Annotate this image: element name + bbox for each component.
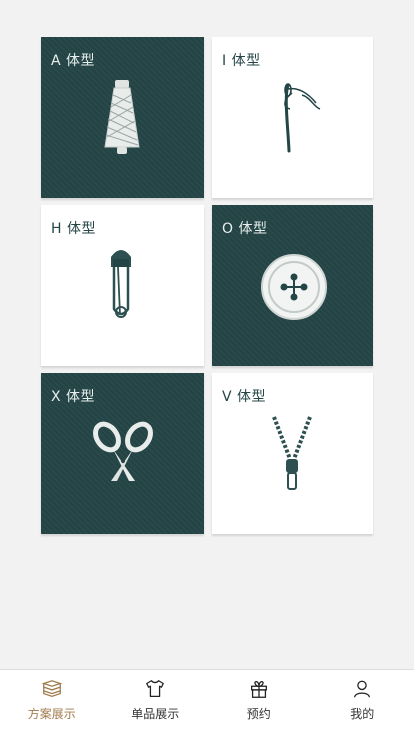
body-type-card-a[interactable]: A 体型: [41, 37, 204, 198]
tab-appointment[interactable]: 预约: [207, 670, 311, 736]
bottom-tab-bar: 方案展示 单品展示 预约 我的: [0, 669, 414, 736]
body-type-card-i[interactable]: I 体型: [212, 37, 373, 198]
tab-plan-display[interactable]: 方案展示: [0, 670, 104, 736]
tab-label: 预约: [246, 707, 271, 721]
gift-icon: [250, 681, 267, 698]
tshirt-icon: [146, 680, 165, 697]
tab-item-display[interactable]: 单品展示: [104, 670, 208, 736]
body-type-grid: A 体型 I 体型 H 体型 O 体型 X 体型 V 体型: [41, 37, 373, 534]
zipper-icon: [272, 416, 312, 490]
body-type-card-o[interactable]: O 体型: [212, 205, 373, 366]
thread-spool-icon: [104, 80, 140, 154]
body-type-card-h[interactable]: H 体型: [41, 205, 204, 366]
tab-profile[interactable]: 我的: [311, 670, 414, 736]
sewing-needle-icon: [284, 83, 321, 153]
layers-icon: [41, 680, 63, 698]
body-type-card-v[interactable]: V 体型: [212, 373, 373, 534]
tab-label: 我的: [350, 707, 375, 721]
button-icon: [261, 254, 327, 320]
body-type-card-x[interactable]: X 体型: [41, 373, 204, 534]
tab-label: 单品展示: [131, 707, 180, 721]
tab-label: 方案展示: [27, 707, 76, 721]
scissors-icon: [93, 421, 153, 481]
safety-pin-icon: [111, 250, 131, 318]
user-icon: [354, 680, 371, 698]
